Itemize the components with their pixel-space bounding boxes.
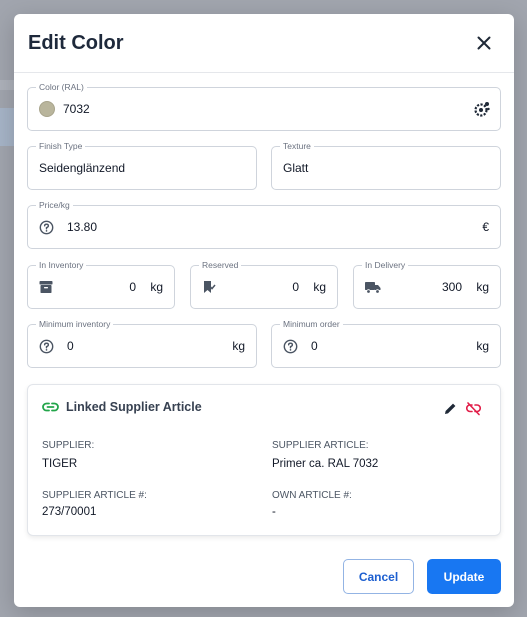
minimum-order-value: 0 [311,339,318,353]
supplier-article-number-value: 273/70001 [42,506,97,518]
own-article-number-value: - [272,506,276,518]
palette-gear-icon [474,102,490,117]
supplier-article-number-label: SUPPLIER ARTICLE #: [42,490,147,501]
color-ral-field[interactable]: Color (RAL) 7032 [27,82,501,131]
in-delivery-value: 300 [441,280,462,294]
in-inventory-value: 0 [129,280,136,294]
price-per-kg-field[interactable]: Price/kg 13.80 € [27,200,501,249]
help-circle-icon [283,325,298,367]
texture-field[interactable]: Texture Glatt [271,141,501,190]
texture-value: Glatt [283,161,309,175]
price-value: 13.80 [67,220,98,234]
archive-box-icon [39,266,53,308]
help-circle-icon [39,206,54,248]
help-circle-icon [39,325,54,367]
color-ral-value: 7032 [63,102,90,116]
dialog-header: Edit Color [14,14,514,73]
dialog-title: Edit Color [28,31,124,54]
linked-supplier-article-card: Linked Supplier Article SUPPLIER: TIGER … [27,384,501,536]
close-button[interactable] [470,29,498,57]
supplier-article-value: Primer ca. RAL 7032 [272,458,379,470]
in-delivery-unit: kg [476,280,489,294]
reserved-value: 0 [292,280,299,294]
card-title: Linked Supplier Article [66,400,202,414]
minimum-inventory-field[interactable]: Minimum inventory 0 kg [27,319,257,368]
supplier-article-label: SUPPLIER ARTICLE: [272,440,369,451]
cancel-button[interactable]: Cancel [343,559,414,594]
unlink-icon [466,402,481,416]
reserved-field[interactable]: Reserved 0 kg [190,260,338,309]
close-icon [477,36,491,50]
color-picker-button[interactable] [473,88,491,130]
pencil-icon [445,403,456,414]
in-inventory-field[interactable]: In Inventory 0 kg [27,260,175,309]
unlink-button[interactable] [466,402,481,421]
minimum-order-field[interactable]: Minimum order 0 kg [271,319,501,368]
finish-type-field[interactable]: Finish Type Seidenglänzend [27,141,257,190]
edit-color-dialog: Edit Color Color (RAL) 7032 Finish Type … [14,14,514,607]
color-swatch-icon [39,88,55,130]
price-unit: € [482,220,489,234]
in-inventory-unit: kg [150,280,163,294]
link-icon [42,400,59,418]
minimum-inventory-value: 0 [67,339,74,353]
minimum-inventory-unit: kg [232,339,245,353]
reserved-unit: kg [313,280,326,294]
finish-type-value: Seidenglänzend [39,161,126,175]
update-button[interactable]: Update [427,559,501,594]
supplier-value: TIGER [42,458,78,470]
truck-icon [365,266,381,308]
in-delivery-field[interactable]: In Delivery 300 kg [353,260,501,309]
supplier-label: SUPPLIER: [42,440,95,451]
minimum-order-unit: kg [476,339,489,353]
edit-link-button[interactable] [444,402,457,420]
own-article-number-label: OWN ARTICLE #: [272,490,352,501]
bookmark-check-icon [202,266,216,308]
